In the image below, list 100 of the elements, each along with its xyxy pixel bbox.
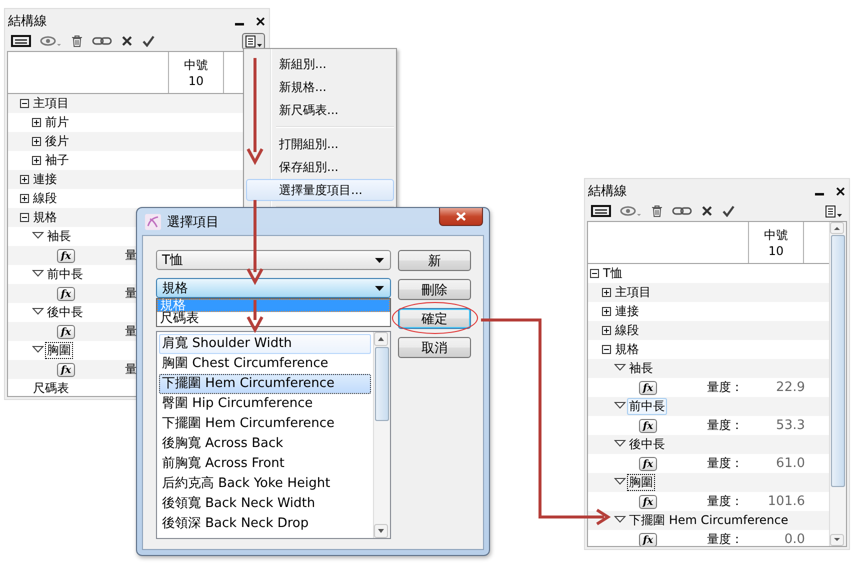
tree-item[interactable]: 後片 (45, 133, 69, 150)
list-item[interactable]: 下擺圍 Hem Circumference (159, 374, 371, 394)
tree-item[interactable]: 袖子 (45, 152, 69, 169)
link-icon[interactable] (92, 36, 112, 46)
check-icon[interactable] (142, 35, 155, 47)
formula-button[interactable]: fx (639, 532, 657, 546)
list-item[interactable]: 臀圍 Hip Circumference (159, 394, 371, 414)
scroll-up-icon[interactable] (830, 222, 844, 234)
list-item[interactable]: 肩寬 Shoulder Width (159, 334, 371, 354)
eye-icon[interactable] (620, 205, 642, 217)
list-item[interactable]: 後胸寬 Across Back (159, 434, 371, 454)
dialog-button[interactable]: 取消 (398, 337, 471, 358)
formula-button[interactable]: fx (639, 456, 657, 470)
list-item[interactable]: 下擺圍 Hem Circumference (159, 414, 371, 434)
dialog-button[interactable]: 刪除 (398, 279, 471, 300)
scroll-thumb[interactable] (375, 347, 389, 421)
formula-button[interactable]: fx (639, 380, 657, 394)
tree-item[interactable]: 規格 (33, 209, 57, 226)
panel-icon[interactable] (11, 35, 31, 47)
expand-icon[interactable] (602, 307, 611, 316)
expand-icon[interactable] (602, 288, 611, 297)
menu-item[interactable]: 新組別... (246, 53, 394, 75)
panel-title: 結構線 (588, 183, 628, 200)
tree-item[interactable]: 後中長 (627, 436, 667, 453)
formula-button[interactable]: fx (57, 248, 75, 262)
expand-icon[interactable] (20, 175, 29, 184)
dropdown-caret-icon (375, 286, 384, 290)
tree-item[interactable]: 前片 (45, 114, 69, 131)
list-item[interactable]: 後領深 Back Neck Drop (159, 514, 371, 534)
close-button[interactable] (439, 208, 483, 226)
tree-item[interactable]: 連接 (33, 171, 57, 188)
list-item[interactable]: 后約克高 Back Yoke Height (159, 474, 371, 494)
column-size: 10 (768, 242, 784, 258)
menu-item[interactable]: 打開組別... (246, 133, 394, 155)
formula-button[interactable]: fx (639, 418, 657, 432)
tree-item[interactable]: T恤 (603, 265, 622, 282)
scroll-thumb[interactable] (831, 235, 845, 487)
tree-item[interactable]: 線段 (33, 190, 57, 207)
scroll-down-icon[interactable] (374, 524, 388, 538)
tree-item[interactable]: 規格 (615, 341, 639, 358)
collapse-icon[interactable] (20, 213, 29, 222)
list-item[interactable]: 胸圍 Chest Circumference (159, 354, 371, 374)
arrow (246, 300, 264, 334)
trash-icon[interactable] (651, 205, 663, 217)
check-icon[interactable] (722, 205, 735, 217)
tree-item[interactable]: 主項目 (615, 284, 651, 301)
menu-item[interactable]: 新規格... (246, 76, 394, 98)
close-icon[interactable] (836, 186, 845, 196)
dropdown-option[interactable]: 尺碼表 (157, 312, 390, 325)
scroll-up-icon[interactable] (374, 332, 388, 346)
expand-icon[interactable] (602, 326, 611, 335)
eye-icon[interactable] (40, 35, 62, 47)
scroll-down-icon[interactable] (830, 534, 844, 546)
list-item[interactable]: 前胸寬 Across Front (159, 454, 371, 474)
panel-title: 結構線 (8, 13, 48, 30)
scrollbar[interactable] (373, 332, 390, 538)
dialog-button[interactable]: 確定 (398, 308, 471, 329)
expand-icon[interactable] (32, 137, 41, 146)
cross-icon[interactable] (121, 35, 133, 47)
formula-button[interactable]: fx (639, 494, 657, 508)
tree-item[interactable]: 主項目 (33, 95, 69, 112)
tree-item[interactable]: 胸圍 (45, 342, 73, 359)
link-icon[interactable] (672, 206, 692, 216)
dialog-button[interactable]: 新 (398, 250, 471, 271)
expand-icon[interactable] (20, 194, 29, 203)
collapse-icon[interactable] (20, 99, 29, 108)
tree-item[interactable]: 袖長 (627, 360, 655, 377)
expand-icon[interactable] (32, 118, 41, 127)
tree-item[interactable]: 連接 (615, 303, 639, 320)
expand-icon[interactable] (32, 156, 41, 165)
trash-icon[interactable] (71, 35, 83, 47)
tree-item[interactable]: 前中長 (627, 398, 667, 415)
app-icon (145, 214, 161, 230)
tree-item[interactable]: 後中長 (45, 304, 85, 321)
formula-button[interactable]: fx (57, 362, 75, 376)
cross-icon[interactable] (701, 205, 713, 217)
garment-dropdown[interactable]: T恤 (156, 250, 391, 270)
panel-icon[interactable] (591, 205, 611, 217)
measure-label: 量 (125, 361, 137, 378)
collapse-icon[interactable] (590, 269, 599, 278)
menu-item[interactable]: 新尺碼表... (246, 99, 394, 121)
measure-label: 量 (125, 285, 137, 302)
scrollbar[interactable] (829, 222, 846, 546)
close-icon[interactable] (256, 16, 265, 26)
collapse-icon[interactable] (602, 345, 611, 354)
tree-item[interactable]: 線段 (615, 322, 639, 339)
list-item[interactable]: 後領寬 Back Neck Width (159, 494, 371, 514)
menu-item[interactable]: 保存組別... (246, 156, 394, 178)
formula-button[interactable]: fx (57, 286, 75, 300)
tree-item[interactable]: 袖長 (45, 228, 73, 245)
tree-item[interactable]: 前中長 (45, 266, 85, 283)
category-dropdown[interactable]: 規格 (156, 278, 391, 298)
measure-value: 61.0 (775, 456, 805, 471)
menu-item[interactable]: 選擇量度項目... (246, 179, 394, 201)
measure-value: 53.3 (775, 418, 805, 433)
menu-button[interactable] (242, 32, 265, 50)
dropdown-caret-icon (375, 258, 384, 262)
tree-item[interactable]: 胸圍 (627, 474, 655, 491)
tree-item[interactable]: 尺碼表 (33, 380, 69, 396)
formula-button[interactable]: fx (57, 324, 75, 338)
